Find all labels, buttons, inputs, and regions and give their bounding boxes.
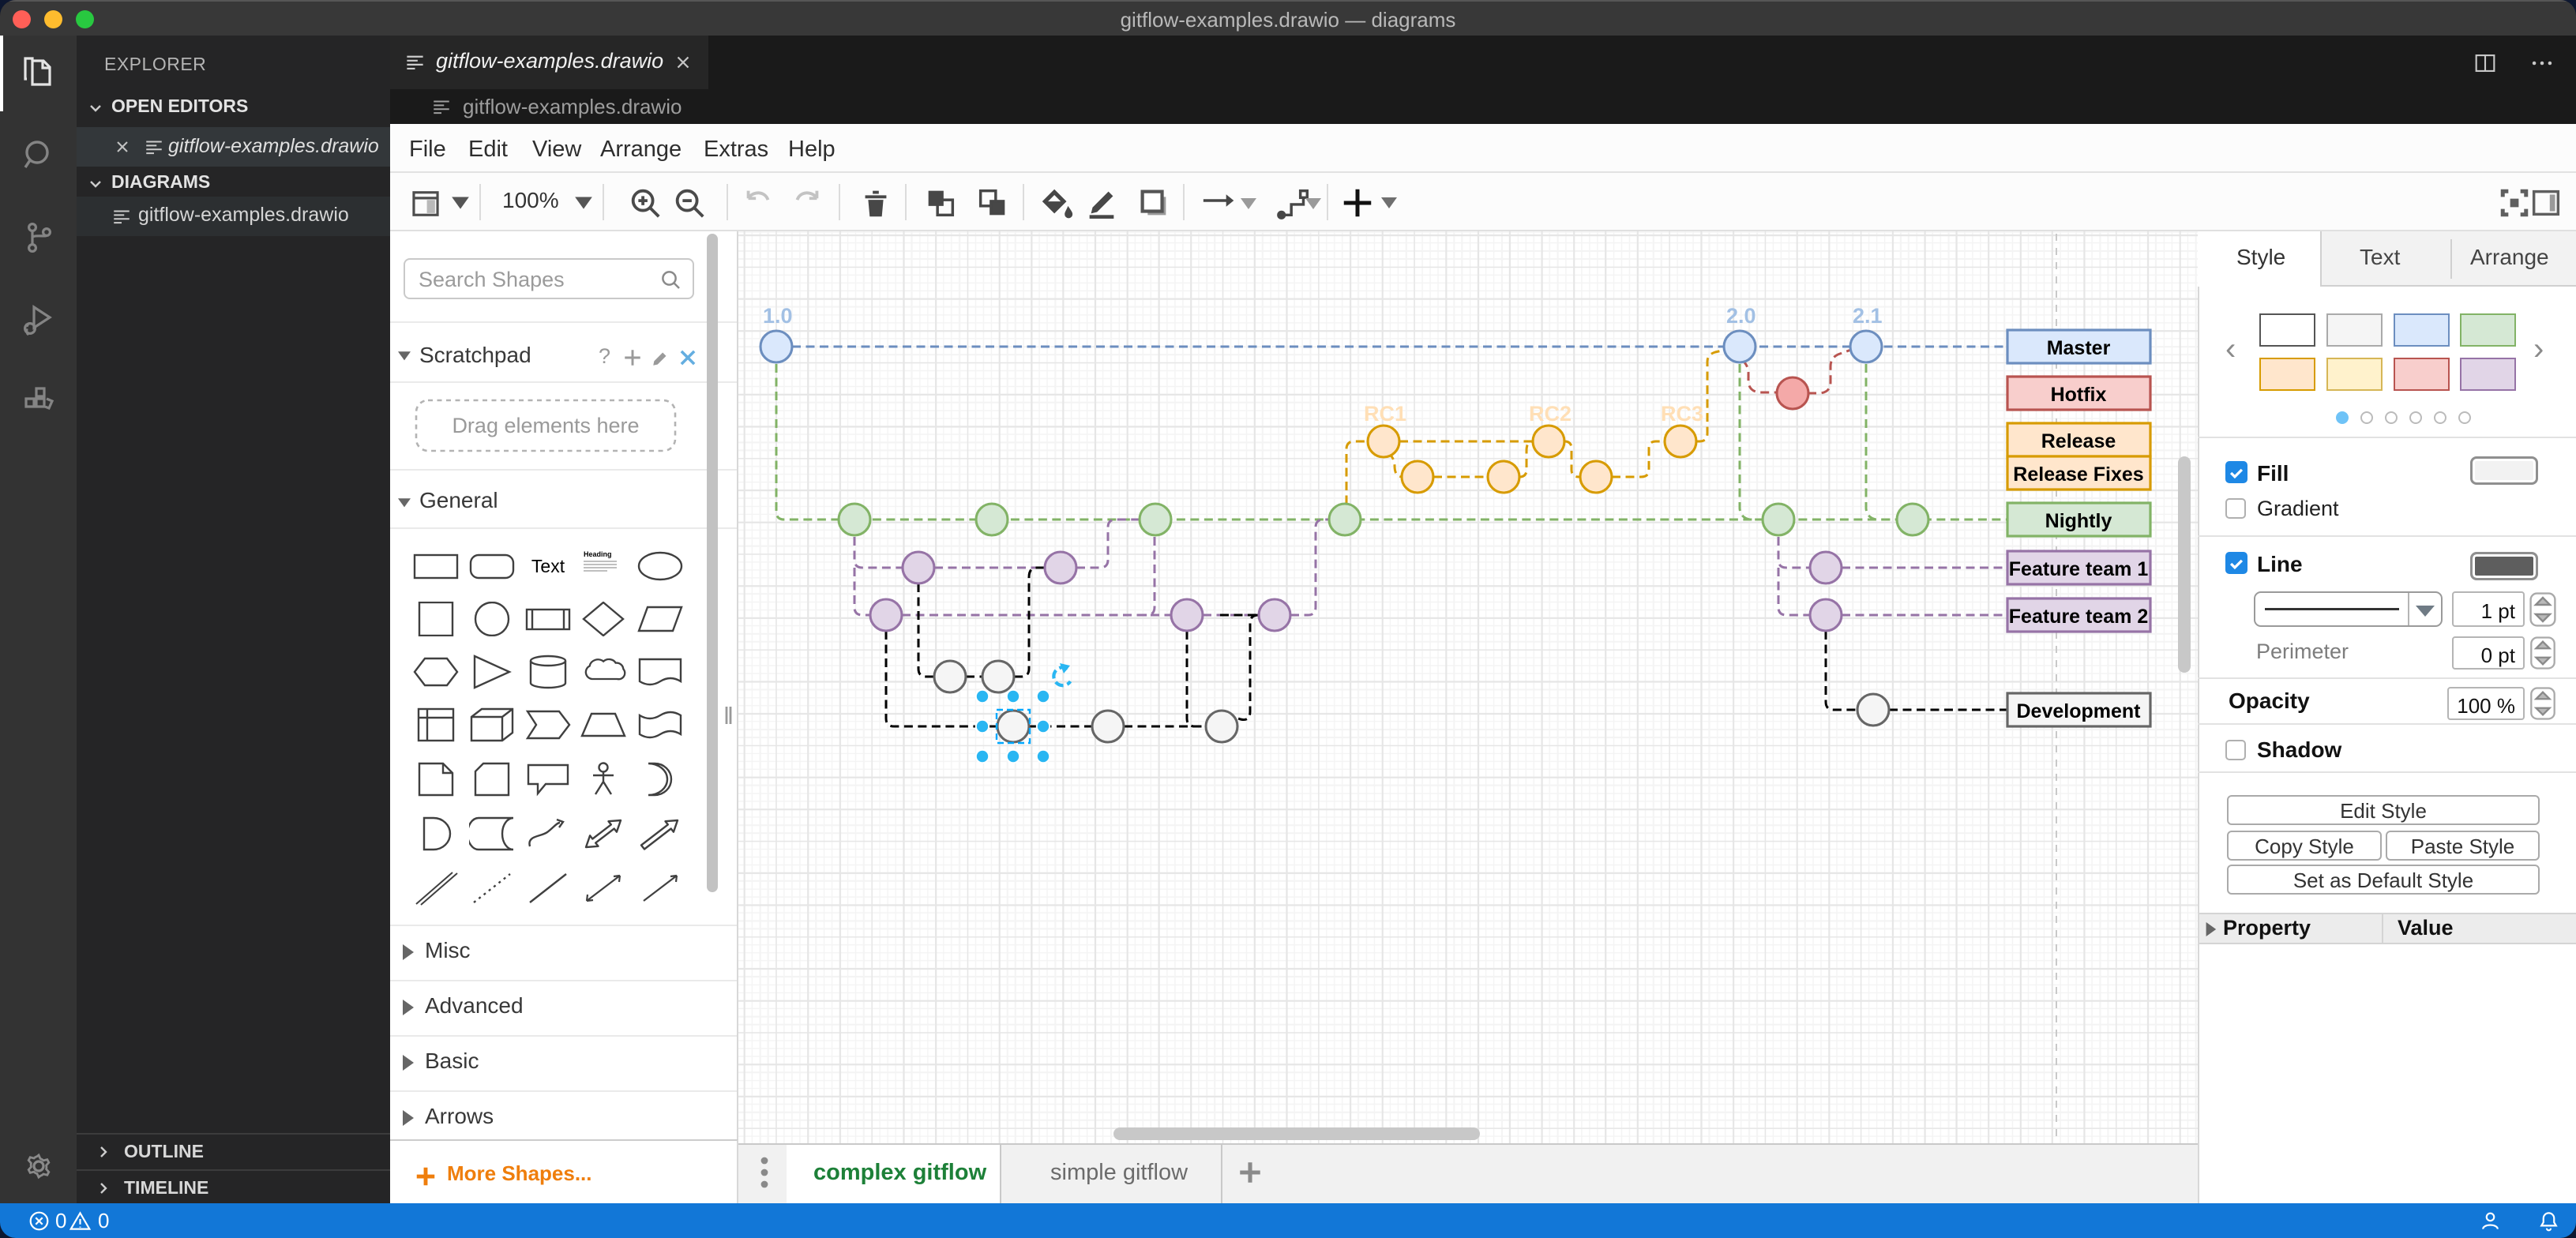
- svg-text:RC2: RC2: [1529, 402, 1572, 426]
- svg-text:Text: Text: [531, 556, 565, 576]
- svg-text:Feature team 2: Feature team 2: [2009, 606, 2148, 628]
- svg-text:RC1: RC1: [1364, 402, 1406, 426]
- svg-text:Release: Release: [2041, 430, 2116, 452]
- svg-text:Release Fixes: Release Fixes: [2013, 463, 2143, 486]
- svg-text:Development: Development: [2017, 700, 2142, 722]
- svg-text:RC3: RC3: [1661, 402, 1703, 426]
- svg-text:Nightly: Nightly: [2045, 510, 2112, 532]
- svg-text:1.0: 1.0: [763, 304, 793, 328]
- svg-text:Hotfix: Hotfix: [2051, 384, 2107, 406]
- svg-text:Master: Master: [2047, 337, 2111, 359]
- svg-text:2.1: 2.1: [1853, 304, 1883, 328]
- svg-text:2.0: 2.0: [1726, 304, 1756, 328]
- svg-text:Drag elements here: Drag elements here: [452, 414, 639, 437]
- svg-text:Heading: Heading: [584, 550, 612, 558]
- svg-text:Feature team 1: Feature team 1: [2009, 558, 2149, 580]
